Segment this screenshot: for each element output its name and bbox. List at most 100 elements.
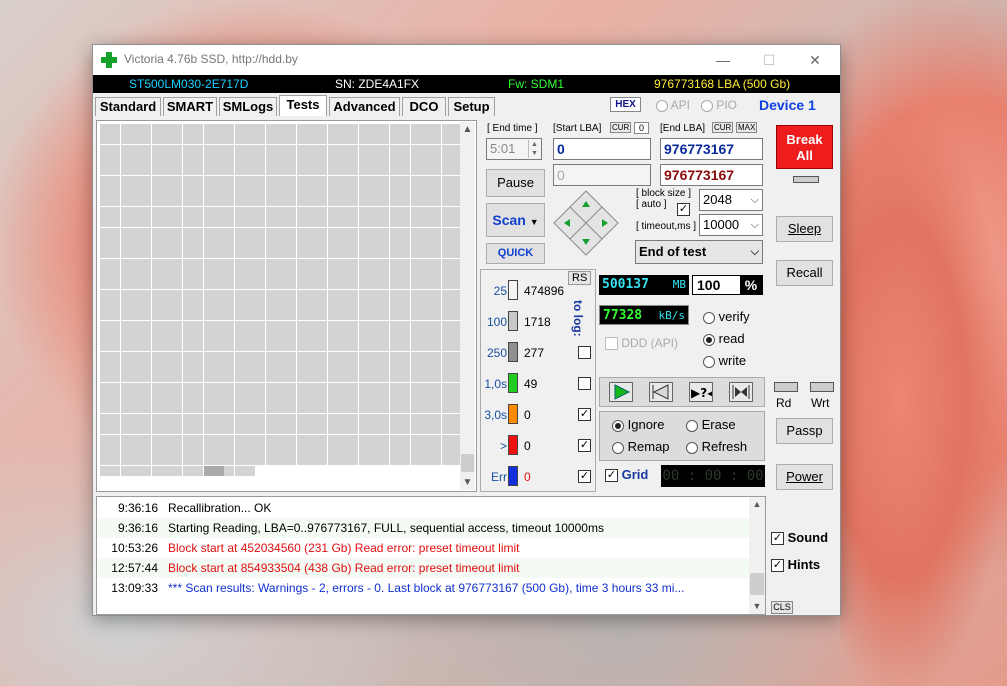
surface-block — [296, 310, 307, 321]
maximize-button[interactable]: ☐ — [746, 45, 792, 75]
surface-block — [162, 382, 173, 393]
surface-block — [265, 268, 276, 279]
passp-button[interactable]: Passp — [776, 418, 833, 444]
tab-setup[interactable]: Setup — [448, 97, 495, 116]
cls-button[interactable]: CLS — [771, 601, 793, 614]
ddd-checkbox[interactable] — [605, 337, 618, 351]
end-max-button[interactable]: MAX — [736, 122, 758, 133]
write-option[interactable]: write — [703, 353, 746, 368]
api-radio[interactable] — [656, 99, 668, 112]
map-scroll-thumb[interactable] — [461, 454, 474, 472]
auto-block-checkbox[interactable]: ✓ — [677, 203, 690, 216]
tab-dco[interactable]: DCO — [402, 97, 446, 116]
surface-block — [141, 258, 152, 269]
pio-option[interactable]: PIO — [701, 98, 737, 112]
to-log-checkbox[interactable]: ✓ — [578, 408, 591, 421]
read-radio[interactable] — [703, 333, 715, 346]
surface-block — [213, 196, 224, 207]
hex-button[interactable]: HEX — [610, 97, 641, 112]
back-button[interactable] — [649, 382, 673, 402]
surface-block — [234, 393, 245, 404]
tab-standard[interactable]: Standard — [95, 97, 161, 116]
to-log-checkbox[interactable]: ✓ — [578, 439, 591, 452]
grid-label: Grid — [621, 467, 649, 482]
recall-button[interactable]: Recall — [776, 260, 833, 286]
remap-radio[interactable] — [612, 441, 624, 454]
surface-block — [255, 279, 266, 290]
sound-checkbox[interactable]: ✓ — [771, 532, 784, 546]
tab-smart[interactable]: SMART — [163, 97, 217, 116]
hints-option[interactable]: ✓ Hints — [771, 557, 820, 573]
surface-block — [265, 320, 276, 331]
log-scrollbar[interactable]: ▲ ▼ — [749, 497, 765, 614]
start-lba-input[interactable]: 0 — [553, 138, 651, 160]
ignore-option[interactable]: Ignore — [612, 417, 665, 432]
to-log-checkbox[interactable] — [578, 377, 591, 390]
surface-block — [296, 424, 307, 435]
scan-button[interactable]: Scan ▼ — [486, 203, 545, 237]
surface-block — [389, 351, 400, 362]
scroll-down-icon[interactable]: ▼ — [460, 475, 475, 490]
timeout-select[interactable]: 10000 ⌵ — [699, 214, 763, 236]
surface-block — [151, 248, 162, 259]
surface-block — [275, 279, 286, 290]
surface-block — [100, 165, 110, 176]
ignore-radio[interactable] — [612, 419, 624, 432]
mb-value: 500137 — [602, 277, 649, 292]
end-cur-button[interactable]: CUR — [712, 122, 734, 133]
log-scroll-down-icon[interactable]: ▼ — [749, 599, 765, 614]
surface-block — [100, 310, 110, 321]
quick-button[interactable]: QUICK — [486, 243, 545, 264]
verify-option[interactable]: verify — [703, 309, 750, 324]
direction-pad[interactable] — [553, 190, 619, 256]
tab-smlogs[interactable]: SMLogs — [219, 97, 277, 116]
end-lba-input[interactable]: 976773167 — [660, 138, 763, 160]
start-cur-button[interactable]: CUR — [610, 122, 632, 133]
surface-block — [131, 320, 142, 331]
power-button[interactable]: Power — [776, 464, 833, 490]
tab-tests[interactable]: Tests — [279, 95, 327, 116]
pause-button[interactable]: Pause — [486, 169, 545, 197]
erase-radio[interactable] — [686, 419, 698, 432]
api-option[interactable]: API — [656, 98, 690, 112]
play-button[interactable] — [609, 382, 633, 402]
sleep-button[interactable]: Sleep — [776, 216, 833, 242]
remap-option[interactable]: Remap — [612, 439, 670, 454]
refresh-radio[interactable] — [686, 441, 698, 454]
surface-block — [110, 289, 121, 300]
random-seek-button[interactable]: ▶?◀ — [689, 382, 717, 402]
close-button[interactable]: ✕ — [792, 45, 838, 75]
log-scroll-thumb[interactable] — [750, 573, 764, 595]
read-option[interactable]: read — [703, 331, 745, 346]
stat-count: 0 — [524, 470, 531, 484]
tab-advanced[interactable]: Advanced — [329, 97, 400, 116]
surface-block — [224, 175, 235, 186]
to-log-checkbox[interactable] — [578, 346, 591, 359]
to-log-checkbox[interactable]: ✓ — [578, 470, 591, 483]
surface-block — [420, 144, 431, 155]
scroll-up-icon[interactable]: ▲ — [460, 122, 475, 137]
sound-option[interactable]: ✓ Sound — [771, 530, 828, 546]
grid-checkbox[interactable]: ✓ — [605, 469, 618, 483]
minimize-button[interactable]: — — [700, 45, 746, 75]
verify-radio[interactable] — [703, 311, 715, 324]
block-size-select[interactable]: 2048 ⌵ — [699, 189, 763, 211]
refresh-option[interactable]: Refresh — [686, 439, 747, 454]
log-scroll-up-icon[interactable]: ▲ — [749, 497, 765, 512]
hints-checkbox[interactable]: ✓ — [771, 559, 784, 573]
log-row: 9:36:16 Starting Reading, LBA=0..97677316… — [98, 518, 750, 538]
surface-block — [193, 124, 204, 134]
start-zero-button[interactable]: 0 — [634, 122, 649, 134]
grid-option[interactable]: ✓ Grid — [605, 467, 649, 483]
erase-option[interactable]: Erase — [686, 417, 736, 432]
ddd-option[interactable]: DDD (API) — [605, 336, 678, 351]
butterfly-button[interactable] — [729, 382, 753, 402]
pio-radio[interactable] — [701, 99, 713, 112]
break-all-button[interactable]: Break All — [776, 125, 833, 169]
spin-arrows-icon[interactable]: ▲ ▼ — [528, 140, 540, 158]
map-scrollbar[interactable]: ▲ ▼ — [460, 122, 475, 490]
surface-block — [162, 186, 173, 197]
end-of-test-select[interactable]: End of test ⌵ — [635, 240, 763, 264]
write-radio[interactable] — [703, 355, 715, 368]
end-time-field[interactable]: 5:01 ▲ ▼ — [486, 138, 542, 160]
